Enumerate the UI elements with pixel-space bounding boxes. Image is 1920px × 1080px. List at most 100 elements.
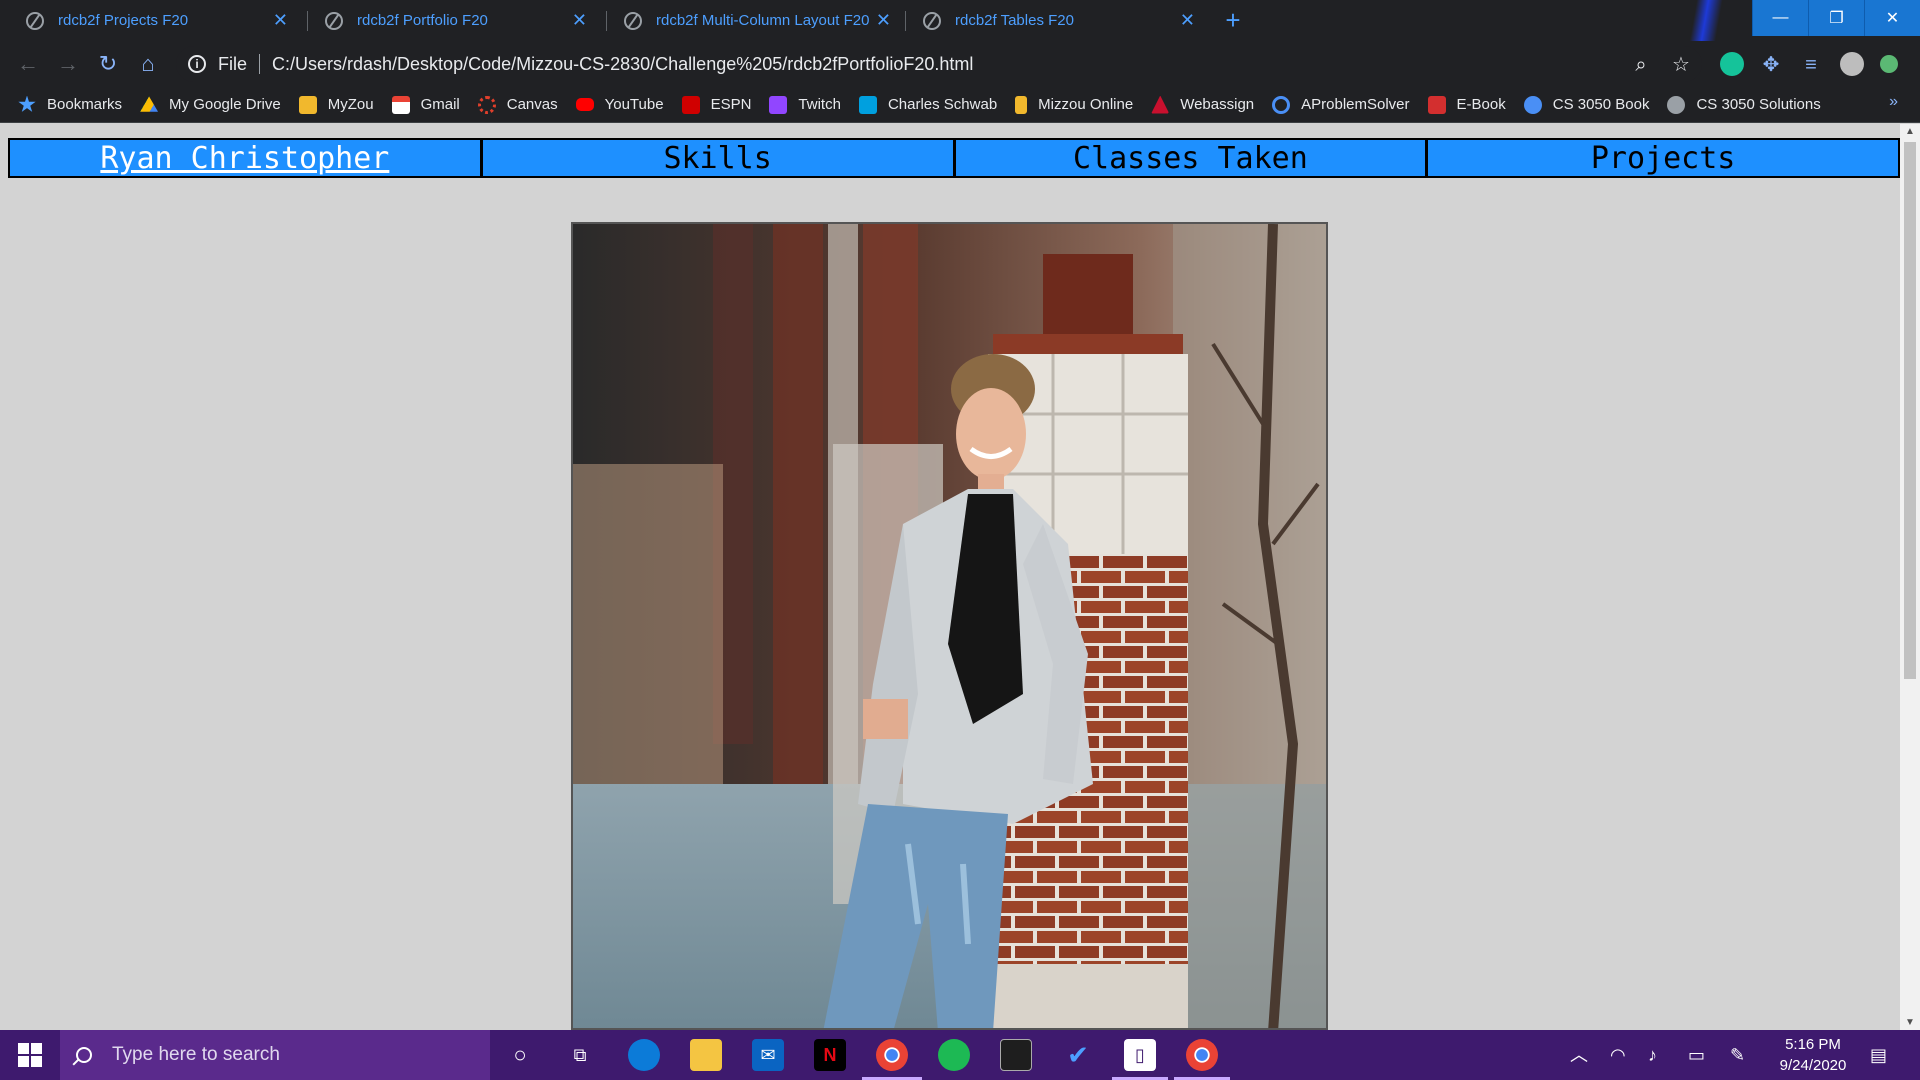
taskbar-search[interactable]: Type here to search bbox=[60, 1030, 490, 1080]
tab-label: rdcb2f Multi-Column Layout F20 bbox=[656, 12, 870, 29]
grammarly-icon[interactable] bbox=[1720, 52, 1744, 76]
close-icon[interactable]: ✕ bbox=[572, 10, 587, 30]
spotify-icon[interactable] bbox=[938, 1039, 970, 1071]
reload-button[interactable]: ↻ bbox=[94, 50, 122, 78]
bookmark-label: Webassign bbox=[1180, 96, 1255, 113]
extensions-icon[interactable]: ✥ bbox=[1758, 52, 1784, 78]
nav-projects-link[interactable]: Projects bbox=[1428, 140, 1898, 176]
reading-list-icon[interactable]: ≡ bbox=[1798, 52, 1824, 78]
forward-button[interactable]: → bbox=[54, 50, 82, 78]
bookmark-google-drive[interactable]: My Google Drive bbox=[140, 96, 281, 114]
bookmark-label: CS 3050 Book bbox=[1552, 96, 1650, 113]
task-view-icon[interactable]: ⧉ bbox=[564, 1039, 596, 1071]
zoom-icon[interactable]: ⌕ bbox=[1628, 52, 1654, 78]
tab-divider bbox=[307, 11, 308, 31]
bookmark-label: ESPN bbox=[710, 96, 752, 113]
nav-skills-link[interactable]: Skills bbox=[483, 140, 956, 176]
cortana-icon[interactable]: ○ bbox=[504, 1039, 536, 1071]
tab-label: rdcb2f Portfolio F20 bbox=[357, 12, 488, 29]
page-scrollbar[interactable]: ▲ ▼ bbox=[1900, 124, 1920, 1030]
bookmark-ebook[interactable]: E-Book bbox=[1427, 95, 1506, 114]
netflix-icon[interactable]: N bbox=[814, 1039, 846, 1071]
update-icon[interactable] bbox=[1880, 55, 1898, 73]
avatar[interactable] bbox=[1840, 52, 1864, 76]
chevron-up-icon[interactable]: ︿ bbox=[1570, 1030, 1588, 1080]
bookmark-cs3050-solutions[interactable]: CS 3050 Solutions bbox=[1667, 95, 1821, 114]
bookmark-twitch[interactable]: Twitch bbox=[769, 95, 841, 114]
pen-icon[interactable]: ✎ bbox=[1730, 1030, 1745, 1080]
battery-icon[interactable]: ▭ bbox=[1688, 1030, 1705, 1080]
edge-icon[interactable] bbox=[628, 1039, 660, 1071]
aproblemsolver-icon bbox=[1272, 95, 1291, 114]
back-button[interactable]: ← bbox=[14, 50, 42, 78]
globe-icon bbox=[923, 11, 941, 30]
bookmarks-bar: Bookmarks My Google Drive MyZou Gmail Ca… bbox=[0, 87, 1920, 123]
system-clock[interactable]: 5:16 PM 9/24/2020 bbox=[1758, 1034, 1868, 1076]
profile-photo bbox=[571, 222, 1328, 1030]
app-icon[interactable]: ▯ bbox=[1124, 1039, 1156, 1071]
tab-portfolio[interactable]: rdcb2f Portfolio F20 ✕ bbox=[309, 0, 599, 41]
restore-button[interactable]: ❐ bbox=[1808, 0, 1864, 36]
todo-icon[interactable]: ✔ bbox=[1062, 1039, 1094, 1071]
bookmark-canvas[interactable]: Canvas bbox=[477, 95, 558, 114]
ebook-icon bbox=[1427, 95, 1446, 114]
wifi-icon[interactable]: ◠ bbox=[1610, 1030, 1626, 1080]
close-window-button[interactable]: ✕ bbox=[1864, 0, 1920, 36]
bookmark-label: Mizzou Online bbox=[1038, 96, 1134, 113]
address-bar[interactable]: i File C:/Users/rdash/Desktop/Code/Mizzo… bbox=[176, 46, 1702, 82]
scrollbar-thumb[interactable] bbox=[1904, 142, 1916, 679]
tab-label: rdcb2f Tables F20 bbox=[955, 12, 1074, 29]
window-controls: — ❐ ✕ bbox=[1752, 0, 1920, 36]
minimize-button[interactable]: — bbox=[1752, 0, 1808, 36]
chrome-icon[interactable] bbox=[876, 1039, 908, 1071]
search-icon bbox=[76, 1047, 92, 1063]
close-icon[interactable]: ✕ bbox=[876, 10, 891, 30]
volume-icon[interactable]: ♪ bbox=[1648, 1030, 1657, 1080]
bookmark-aproblemsolver[interactable]: AProblemSolver bbox=[1272, 95, 1410, 114]
bookmark-myzou[interactable]: MyZou bbox=[298, 95, 374, 114]
close-icon[interactable]: ✕ bbox=[273, 10, 288, 30]
tab-projects[interactable]: rdcb2f Projects F20 ✕ bbox=[10, 0, 300, 41]
info-icon[interactable]: i bbox=[188, 55, 206, 73]
tab-divider bbox=[905, 11, 906, 31]
canvas-icon bbox=[477, 95, 496, 114]
scheme-label: File bbox=[218, 53, 248, 74]
notifications-icon[interactable]: ▤ bbox=[1870, 1030, 1887, 1080]
terminal-icon[interactable] bbox=[1000, 1039, 1032, 1071]
bookmark-star-icon[interactable]: ☆ bbox=[1668, 52, 1694, 78]
bookmark-youtube[interactable]: YouTube bbox=[575, 96, 664, 113]
site-nav: Ryan Christopher Skills Classes Taken Pr… bbox=[8, 138, 1900, 178]
bookmark-cs3050-book[interactable]: CS 3050 Book bbox=[1523, 95, 1650, 114]
close-icon[interactable]: ✕ bbox=[1180, 10, 1195, 30]
tab-tables[interactable]: rdcb2f Tables F20 ✕ bbox=[907, 0, 1207, 41]
tab-strip: rdcb2f Projects F20 ✕ rdcb2f Portfolio F… bbox=[0, 0, 1920, 41]
bookmark-espn[interactable]: ESPN bbox=[681, 95, 752, 114]
gmail-icon bbox=[391, 95, 410, 114]
chevron-right-icon[interactable]: » bbox=[1889, 93, 1898, 111]
mail-icon[interactable]: ✉ bbox=[752, 1039, 784, 1071]
bookmark-charles-schwab[interactable]: Charles Schwab bbox=[858, 95, 997, 114]
chrome-icon[interactable] bbox=[1186, 1039, 1218, 1071]
home-button[interactable]: ⌂ bbox=[134, 50, 162, 78]
divider bbox=[259, 54, 261, 74]
bookmark-label: AProblemSolver bbox=[1301, 96, 1410, 113]
windows-start-icon[interactable] bbox=[18, 1043, 42, 1067]
bookmark-bookmarks[interactable]: Bookmarks bbox=[18, 95, 122, 114]
bookmark-webassign[interactable]: Webassign bbox=[1151, 95, 1255, 114]
file-explorer-icon[interactable] bbox=[690, 1039, 722, 1071]
bookmark-label: My Google Drive bbox=[169, 96, 281, 113]
tab-label: rdcb2f Projects F20 bbox=[58, 12, 189, 29]
bookmark-mizzou-online[interactable]: Mizzou Online bbox=[1015, 95, 1134, 114]
clock-time: 5:16 PM bbox=[1785, 1036, 1841, 1053]
nav-classes-link[interactable]: Classes Taken bbox=[956, 140, 1429, 176]
url-text[interactable]: C:/Users/rdash/Desktop/Code/Mizzou-CS-28… bbox=[272, 54, 973, 75]
scroll-down-arrow-icon[interactable]: ▼ bbox=[1905, 1017, 1915, 1028]
new-tab-button[interactable]: + bbox=[1218, 6, 1248, 36]
nav-home-link[interactable]: Ryan Christopher bbox=[10, 140, 483, 176]
scroll-up-arrow-icon[interactable]: ▲ bbox=[1905, 126, 1915, 137]
star-icon bbox=[18, 95, 36, 112]
clock-date: 9/24/2020 bbox=[1779, 1057, 1847, 1074]
tab-multi-column-layout[interactable]: rdcb2f Multi-Column Layout F20 ✕ bbox=[608, 0, 903, 41]
bookmark-gmail[interactable]: Gmail bbox=[391, 95, 460, 114]
bookmark-label: YouTube bbox=[604, 96, 664, 113]
